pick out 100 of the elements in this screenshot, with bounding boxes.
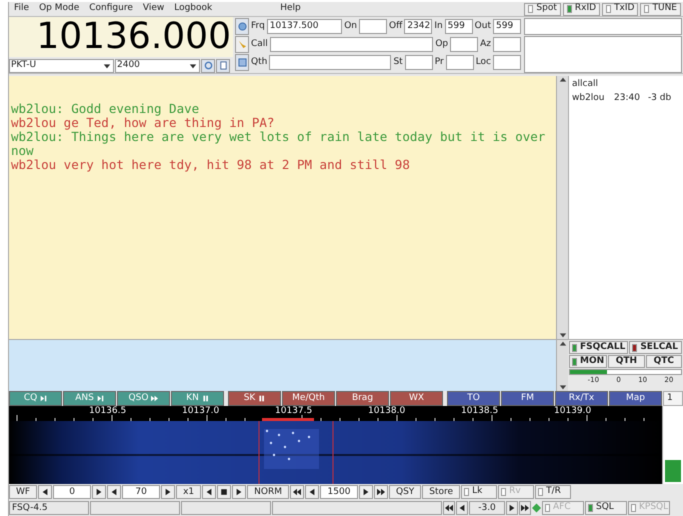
menu-item[interactable]: View xyxy=(138,2,170,16)
arrow-button[interactable] xyxy=(92,485,106,499)
arrow-button[interactable] xyxy=(304,485,319,499)
skip-icon xyxy=(96,395,104,402)
check-button[interactable]: T/R xyxy=(535,485,572,499)
input-field[interactable]: 2342 xyxy=(404,19,432,34)
control-button[interactable]: x1 xyxy=(176,485,202,499)
list-header: allcall xyxy=(572,78,599,91)
globe-icon xyxy=(238,22,246,31)
input-field[interactable] xyxy=(404,55,433,70)
toggle-button[interactable]: FSQCALL xyxy=(569,341,628,354)
refresh-button[interactable] xyxy=(201,58,215,72)
input-field[interactable] xyxy=(493,55,521,70)
value-field[interactable]: 70 xyxy=(122,485,160,499)
scale-label: 10138.5 xyxy=(461,406,498,416)
receive-text-area[interactable]: wb2lou: Godd evening Dave wb2lou ge Ted, how are thing in PA? wb2lou: Things here are very wet lots of rain late today but it is over now wb2lou very hot here tdy, hit 98 at 2 PM and still 98 xyxy=(9,76,556,339)
control-button[interactable]: NORM xyxy=(247,485,289,499)
mode-dropdown[interactable]: PKT-U xyxy=(9,58,114,72)
menu-item[interactable]: Logbook xyxy=(169,2,218,16)
macro-button[interactable]: SK xyxy=(228,391,281,406)
scale-label: 10139.0 xyxy=(554,406,592,416)
arrow-button[interactable] xyxy=(290,485,304,499)
arrow-button[interactable] xyxy=(217,485,232,499)
control-button[interactable]: QSY xyxy=(388,485,422,499)
macro-button[interactable]: Brag xyxy=(336,391,389,406)
scale-label: 10138.0 xyxy=(368,406,406,416)
input-field[interactable] xyxy=(359,19,388,34)
frequency-scale[interactable]: 10136.5 10137.0 10137.5 10138.0 10138.5 10139.0 xyxy=(9,406,662,421)
arrow-button[interactable] xyxy=(202,485,216,499)
right-arrow-icon xyxy=(95,488,104,496)
notes-field[interactable] xyxy=(524,36,682,73)
toggle-button[interactable]: SELCAL xyxy=(629,341,682,354)
arrow-button[interactable] xyxy=(358,485,373,499)
level-slider[interactable] xyxy=(662,406,683,484)
arrow-button[interactable] xyxy=(232,485,246,499)
notes-field[interactable] xyxy=(524,18,682,35)
scrollbar[interactable] xyxy=(556,76,568,339)
menu-item[interactable]: Op Mode xyxy=(34,2,84,16)
arrow-button[interactable] xyxy=(107,485,122,499)
bandwidth-dropdown[interactable]: 2400 xyxy=(115,58,200,72)
received-message: wb2lou: Godd evening Dave xyxy=(11,102,200,116)
input-field[interactable] xyxy=(270,37,434,52)
arrow-button[interactable] xyxy=(519,500,531,514)
macro-button[interactable]: TO xyxy=(447,391,500,406)
log-button[interactable] xyxy=(235,54,249,71)
broom-button[interactable] xyxy=(235,36,249,53)
broom-icon xyxy=(238,40,246,49)
indicator-button[interactable]: TxID xyxy=(602,2,638,16)
arrow-button[interactable] xyxy=(161,485,176,499)
indicator-button[interactable]: TUNE xyxy=(640,2,681,16)
toggle-button[interactable]: QTH xyxy=(608,355,645,368)
heard-list[interactable]: allcall wb2lou 23:40 -3 db xyxy=(568,76,683,339)
check-button[interactable]: Lk xyxy=(461,485,498,499)
input-field[interactable] xyxy=(269,55,392,70)
input-field[interactable] xyxy=(446,55,474,70)
right-arrow-icon xyxy=(362,488,370,496)
field-label: Frq xyxy=(251,20,266,33)
callsign: wb2lou xyxy=(572,92,606,104)
frequency-display[interactable]: 10136.000 xyxy=(9,17,233,57)
field-label: Off xyxy=(389,20,404,33)
macro-button[interactable]: WX xyxy=(390,391,443,406)
macro-button[interactable]: Rx/Tx xyxy=(555,391,608,406)
input-field[interactable] xyxy=(493,37,521,52)
squelch-value[interactable]: -3.0 xyxy=(469,500,505,514)
arrow-button[interactable] xyxy=(456,500,468,514)
arrow-button[interactable] xyxy=(374,485,388,499)
globe-button[interactable] xyxy=(235,18,249,35)
macro-button[interactable]: Map xyxy=(609,391,662,406)
input-field[interactable]: 599 xyxy=(493,19,521,34)
arrow-button[interactable] xyxy=(443,500,455,514)
toggle-button[interactable]: MON xyxy=(569,355,608,368)
menu-item[interactable]: Configure xyxy=(84,2,138,16)
field-label: St xyxy=(393,56,404,69)
left-arrow-icon xyxy=(110,488,118,496)
toggle-button[interactable]: QTC xyxy=(646,355,682,368)
dropdown-arrow-icon xyxy=(189,62,197,70)
field-label: Az xyxy=(480,38,492,51)
arrow-button[interactable] xyxy=(506,500,518,514)
stop-icon xyxy=(220,488,228,496)
value-field[interactable]: 1500 xyxy=(320,485,358,499)
scale-label: 10137.5 xyxy=(275,406,312,416)
control-button[interactable]: WF xyxy=(9,485,38,499)
field-label: Op xyxy=(435,38,450,51)
input-field[interactable]: 599 xyxy=(444,19,473,34)
toggle-button[interactable]: SQL xyxy=(585,500,627,514)
input-field[interactable] xyxy=(450,37,478,52)
clear-button[interactable] xyxy=(216,58,230,72)
input-field[interactable]: 10137.500 xyxy=(266,19,342,34)
indicator-button[interactable]: RxID xyxy=(562,2,600,16)
macro-button[interactable]: Me/Qth xyxy=(282,391,335,406)
menu-item[interactable]: Help xyxy=(275,2,306,16)
fast-forward-icon xyxy=(151,395,158,402)
menu-item[interactable]: File xyxy=(9,2,34,16)
macro-button[interactable]: FM xyxy=(501,391,554,406)
received-message: wb2lou: Things here are very wet lots of rain late today but it is over now xyxy=(11,130,546,158)
indicator-button[interactable]: Spot xyxy=(524,2,561,16)
dropdown-arrow-icon xyxy=(103,62,111,70)
arrow-button[interactable] xyxy=(38,485,52,499)
control-button[interactable]: Store xyxy=(422,485,460,499)
value-field[interactable]: 0 xyxy=(53,485,92,499)
